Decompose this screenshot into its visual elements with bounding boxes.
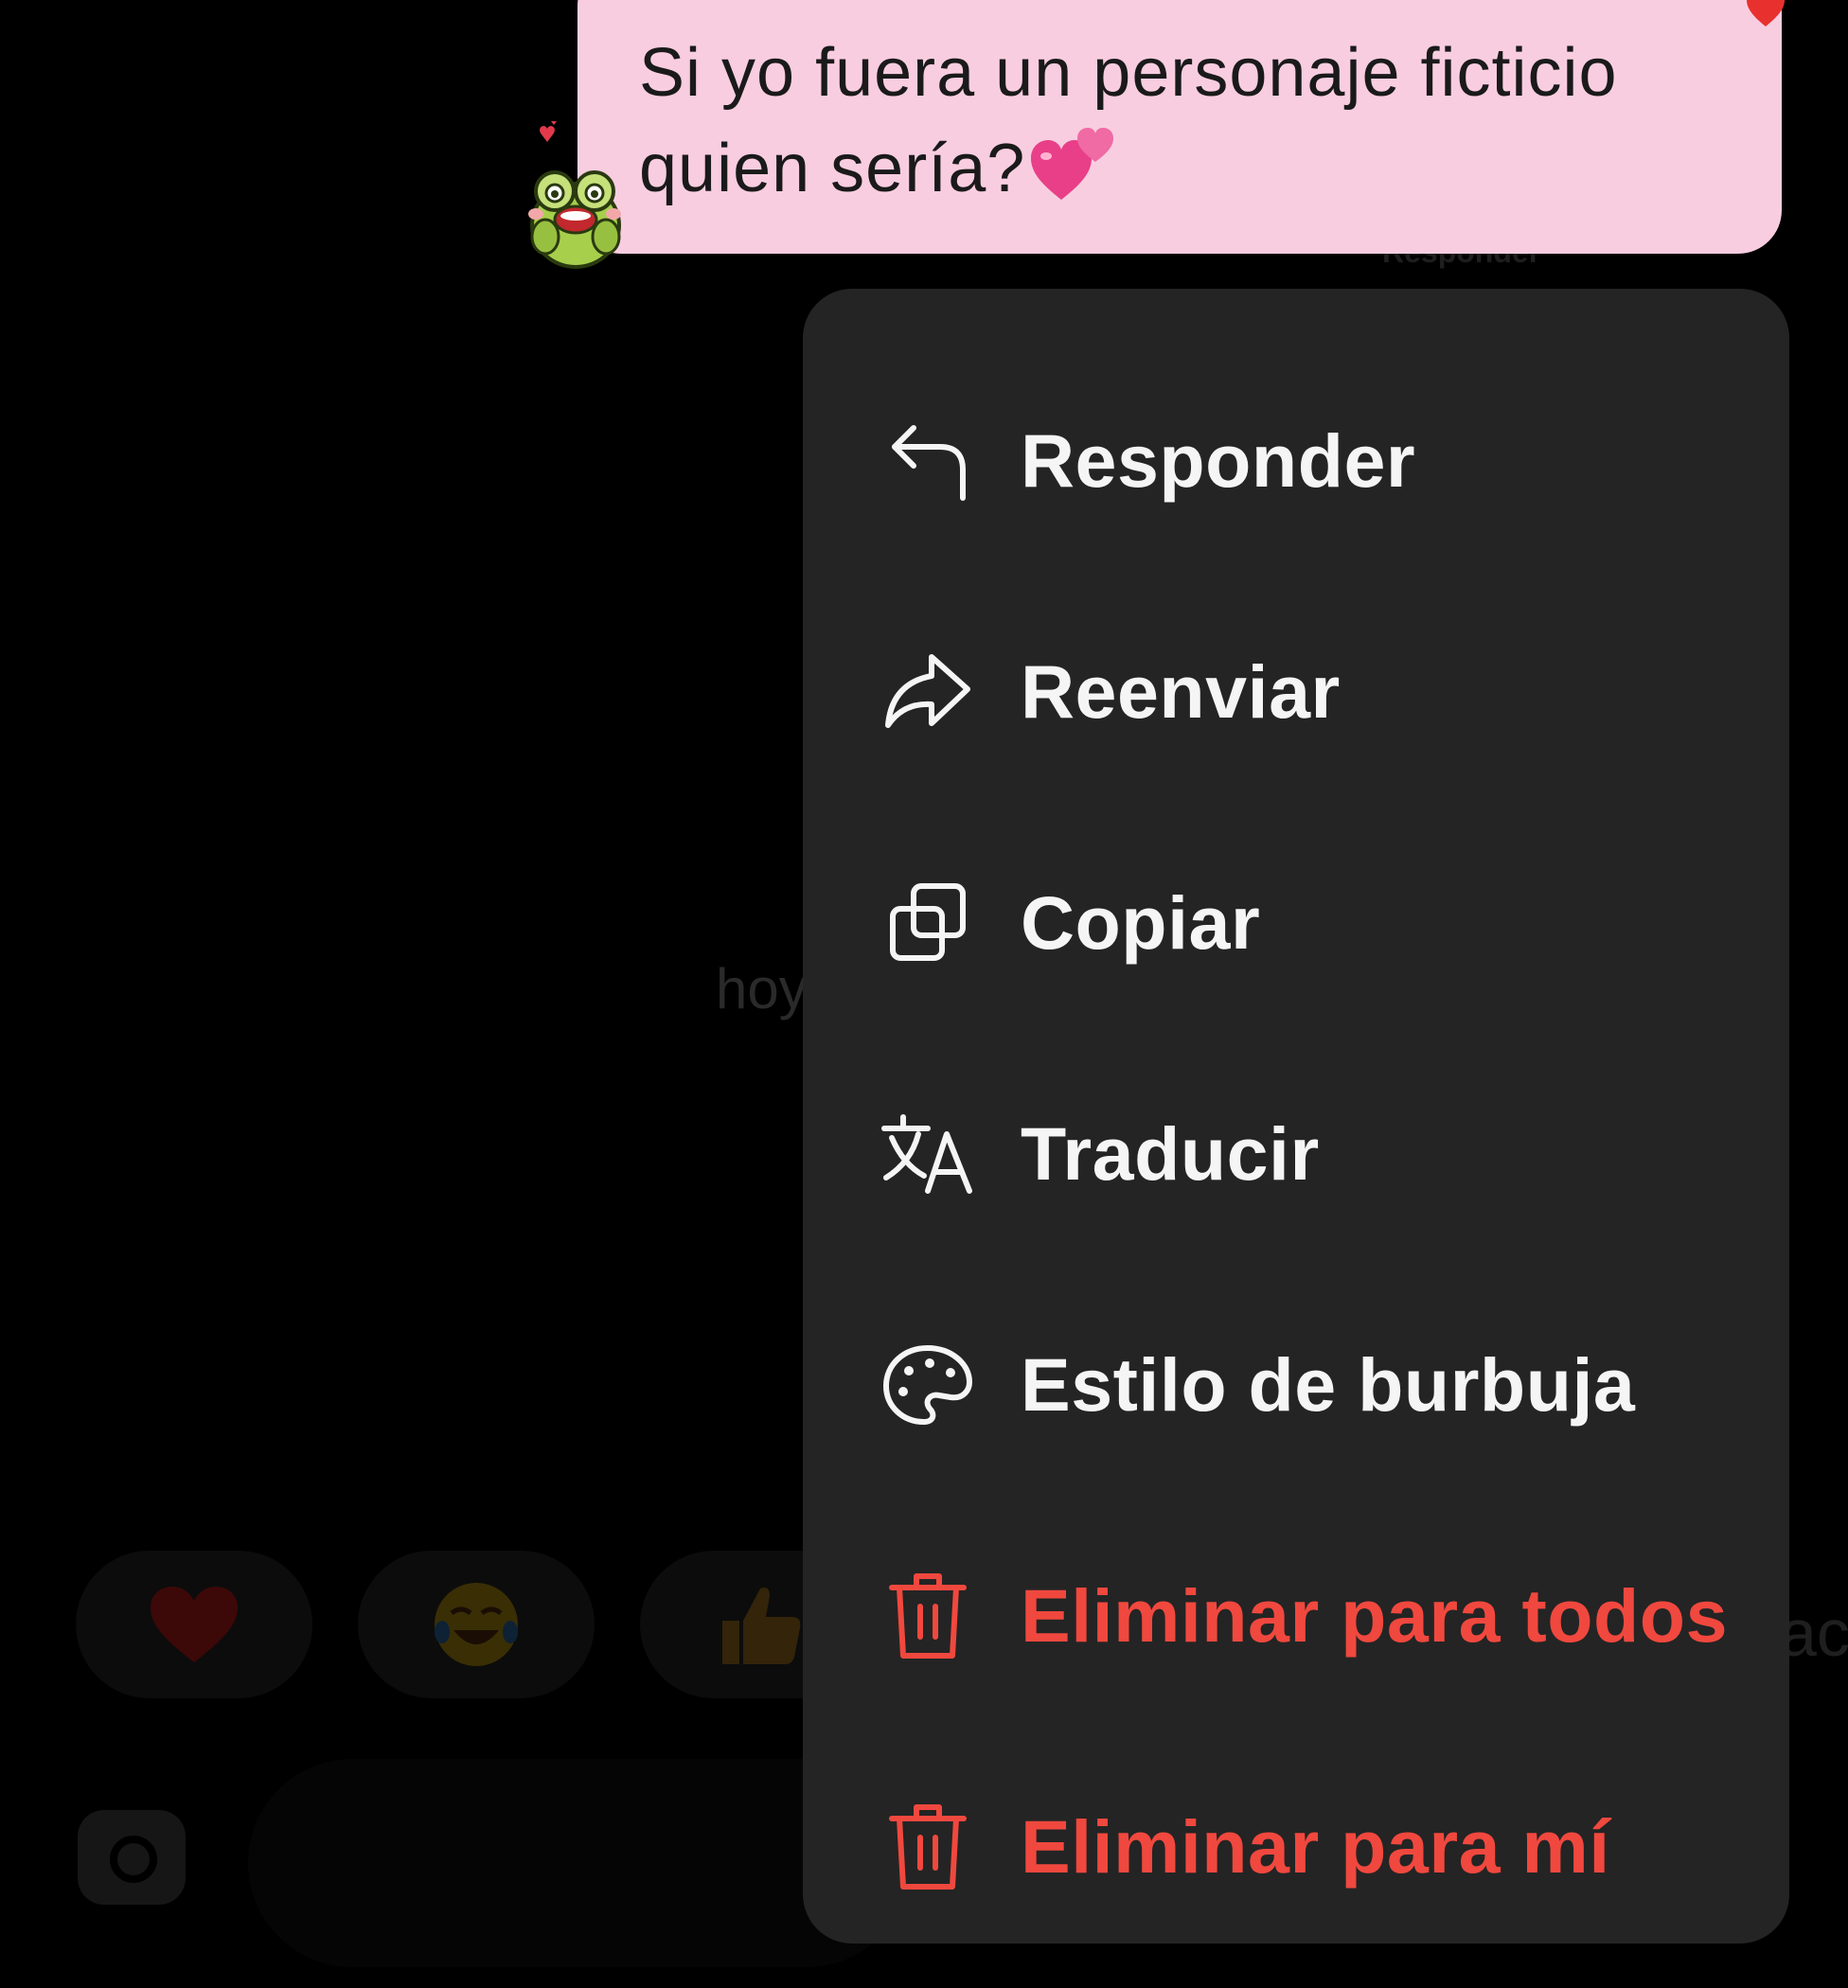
menu-item-label: Traducir xyxy=(1021,1111,1320,1196)
reaction-laugh-button[interactable] xyxy=(358,1551,595,1698)
menu-item-responder[interactable]: Responder xyxy=(803,346,1789,577)
tears-of-joy-icon xyxy=(435,1583,518,1666)
two-hearts-icon xyxy=(1029,120,1116,226)
message-line-1: Si yo fuera un personaje ficticio xyxy=(639,35,1618,111)
menu-item-estilo-de-burbuja[interactable]: Estilo de burbuja xyxy=(803,1269,1789,1500)
translate-icon xyxy=(880,1107,975,1201)
frog-sticker-icon xyxy=(519,116,623,277)
menu-item-eliminar-para-mi[interactable]: Eliminar para mí xyxy=(803,1731,1789,1962)
copy-icon xyxy=(880,876,975,970)
reply-arrow-icon xyxy=(880,414,975,508)
forward-arrow-icon xyxy=(880,645,975,739)
camera-button[interactable] xyxy=(78,1810,186,1905)
palette-icon xyxy=(880,1338,975,1432)
message-context-menu: Responder Reenviar Copiar Traducir Estil… xyxy=(803,289,1789,1944)
menu-item-label: Copiar xyxy=(1021,880,1261,965)
menu-item-label: Responder xyxy=(1021,418,1416,503)
trash-icon xyxy=(880,1800,975,1894)
menu-item-label: Estilo de burbuja xyxy=(1021,1342,1636,1427)
menu-item-label: Eliminar para mí xyxy=(1021,1804,1610,1889)
menu-item-eliminar-para-todos[interactable]: Eliminar para todos xyxy=(803,1500,1789,1731)
menu-item-label: Eliminar para todos xyxy=(1021,1573,1729,1658)
menu-item-traducir[interactable]: Traducir xyxy=(803,1038,1789,1269)
menu-item-copiar[interactable]: Copiar xyxy=(803,808,1789,1038)
camera-icon xyxy=(110,1836,157,1883)
message-line-2: quien sería? xyxy=(639,120,1744,226)
menu-item-reenviar[interactable]: Reenviar xyxy=(803,577,1789,808)
thumbs-up-icon xyxy=(722,1588,801,1664)
red-heart-icon xyxy=(151,1587,238,1662)
edge-text-fragment: ac xyxy=(1780,1596,1848,1670)
reaction-heart-icon xyxy=(1747,0,1785,33)
menu-item-label: Reenviar xyxy=(1021,649,1341,734)
reaction-heart-button[interactable] xyxy=(76,1551,312,1698)
date-divider-text: hoy xyxy=(716,957,808,1021)
trash-icon xyxy=(880,1569,975,1663)
message-bubble[interactable]: Si yo fuera un personaje ficticio quien … xyxy=(578,0,1782,254)
